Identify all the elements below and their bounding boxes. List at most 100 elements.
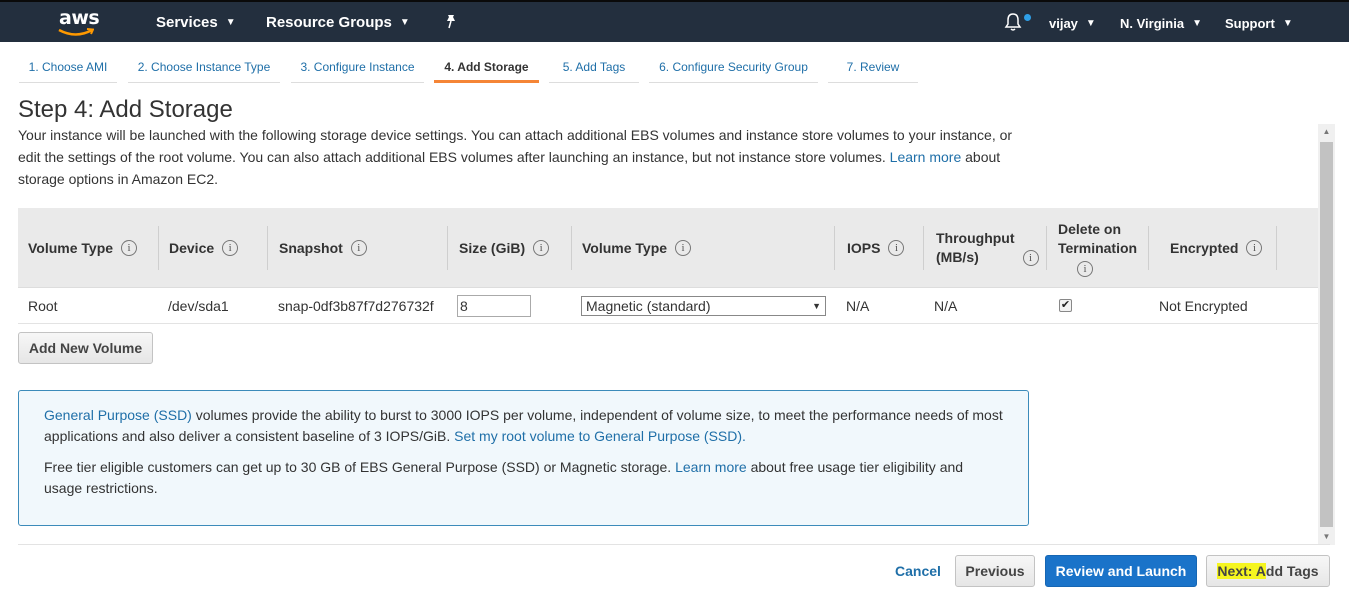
next-label: dd Tags xyxy=(1265,563,1319,579)
scroll-up-arrow-icon[interactable]: ▲ xyxy=(1318,124,1335,140)
info-icon[interactable]: i xyxy=(222,240,239,256)
general-purpose-ssd-link[interactable]: General Purpose (SSD) xyxy=(44,407,192,423)
cell-volume-type: Root xyxy=(28,297,58,314)
cell-delete-on-termination: ✔ xyxy=(1059,288,1072,323)
info-icon[interactable]: i xyxy=(675,240,692,256)
header-label: IOPS xyxy=(847,240,881,256)
pin-icon[interactable] xyxy=(444,14,458,33)
page-title: Step 4: Add Storage xyxy=(18,96,233,123)
info-icon[interactable]: i xyxy=(1246,240,1263,256)
table-row: Root /dev/sda1 snap-0df3b87f7d276732f Ma… xyxy=(18,288,1318,324)
header-ebs-volume-type: Volume Type i xyxy=(572,208,834,288)
tab-review[interactable]: 7. Review xyxy=(828,55,918,83)
region-name: N. Virginia xyxy=(1120,16,1185,31)
chevron-down-icon: ▼ xyxy=(1085,18,1096,29)
header-iops: IOPS i xyxy=(837,208,925,288)
scroll-down-arrow-icon[interactable]: ▼ xyxy=(1318,529,1335,545)
set-root-volume-ssd-link[interactable]: Set my root volume to General Purpose (S… xyxy=(454,428,746,444)
chevron-down-icon: ▼ xyxy=(399,17,410,28)
next-add-tags-button[interactable]: Next: Add Tags xyxy=(1206,555,1330,587)
dropdown-arrow-icon: ▼ xyxy=(812,300,821,311)
tab-choose-instance-type[interactable]: 2. Choose Instance Type xyxy=(128,55,280,83)
cell-device: /dev/sda1 xyxy=(168,297,229,314)
column-divider xyxy=(923,226,924,270)
description-text: Your instance will be launched with the … xyxy=(18,127,1013,165)
info-icon[interactable]: i xyxy=(888,240,905,256)
user-menu[interactable]: vijay ▼ xyxy=(1049,16,1096,31)
checkmark-icon: ✔ xyxy=(1060,299,1071,311)
cell-snapshot: snap-0df3b87f7d276732f xyxy=(278,297,434,314)
cancel-button[interactable]: Cancel xyxy=(895,563,941,579)
column-divider xyxy=(834,226,835,270)
header-snapshot: Snapshot i xyxy=(269,208,447,288)
chevron-down-icon: ▼ xyxy=(1282,18,1293,29)
column-divider xyxy=(447,226,448,270)
aws-logo[interactable]: aws xyxy=(56,6,102,38)
tab-add-tags[interactable]: 5. Add Tags xyxy=(549,55,639,83)
header-label: Volume Type xyxy=(28,240,114,256)
cell-encrypted: Not Encrypted xyxy=(1159,297,1248,314)
info-icon[interactable]: i xyxy=(121,240,138,256)
aws-logo-text: aws xyxy=(59,7,100,29)
header-size: Size (GiB) i xyxy=(449,208,571,288)
column-divider xyxy=(1276,226,1277,270)
resource-groups-menu[interactable]: Resource Groups ▼ xyxy=(266,14,410,31)
info-icon[interactable]: i xyxy=(350,240,367,256)
info-icon[interactable]: i xyxy=(1022,249,1039,266)
tab-configure-instance[interactable]: 3. Configure Instance xyxy=(291,55,424,83)
header-delete-on-termination: Delete on Termination i xyxy=(1048,208,1148,288)
storage-table-header: Volume Type i Device i Snapshot i Size (GiB… xyxy=(18,208,1318,288)
support-label: Support xyxy=(1225,16,1275,31)
cell-iops: N/A xyxy=(846,297,870,314)
header-label: Throughput xyxy=(936,230,1015,246)
info-paragraph-ssd: General Purpose (SSD) volumes provide th… xyxy=(44,405,1003,447)
header-label: Snapshot xyxy=(279,240,343,256)
header-label: Termination xyxy=(1058,239,1138,256)
header-throughput: Throughput (MB/s) i xyxy=(926,208,1046,288)
page-description: Your instance will be launched with the … xyxy=(18,124,1028,190)
next-label-highlighted: Next: A xyxy=(1217,563,1266,579)
cell-ebs-volume-type: Magnetic (standard) ▼ xyxy=(581,288,826,323)
header-encrypted: Encrypted i xyxy=(1160,208,1280,288)
footer-divider xyxy=(18,544,1330,545)
notification-dot xyxy=(1024,14,1031,21)
column-divider xyxy=(267,226,268,270)
learn-more-link[interactable]: Learn more xyxy=(890,149,962,165)
storage-info-box: General Purpose (SSD) volumes provide th… xyxy=(18,390,1029,526)
previous-button[interactable]: Previous xyxy=(955,555,1035,587)
add-new-volume-button[interactable]: Add New Volume xyxy=(18,332,153,364)
info-text: Free tier eligible customers can get up … xyxy=(44,459,672,475)
region-menu[interactable]: N. Virginia ▼ xyxy=(1120,16,1202,31)
tab-configure-security-group[interactable]: 6. Configure Security Group xyxy=(649,55,818,83)
scrollbar-thumb[interactable] xyxy=(1320,142,1333,527)
cell-throughput: N/A xyxy=(934,297,958,314)
header-label: Device xyxy=(169,240,215,256)
aws-smile-icon xyxy=(58,28,94,36)
tab-add-storage[interactable]: 4. Add Storage xyxy=(434,55,539,83)
header-volume-type: Volume Type i xyxy=(18,208,158,288)
size-input[interactable] xyxy=(457,294,531,317)
header-label: Encrypted xyxy=(1170,240,1239,256)
services-menu[interactable]: Services ▼ xyxy=(156,14,236,31)
cell-size xyxy=(457,288,531,323)
info-icon[interactable]: i xyxy=(1077,260,1093,277)
chevron-down-icon: ▼ xyxy=(1192,18,1202,29)
header-label-multiline: Delete on Termination i xyxy=(1058,220,1137,277)
info-icon[interactable]: i xyxy=(533,240,550,256)
tab-choose-ami[interactable]: 1. Choose AMI xyxy=(19,55,117,83)
free-tier-learn-more-link[interactable]: Learn more xyxy=(675,459,747,475)
support-menu[interactable]: Support ▼ xyxy=(1225,16,1293,31)
services-label: Services xyxy=(156,14,218,31)
top-nav-bar: aws Services ▼ Resource Groups ▼ vijay ▼… xyxy=(0,0,1349,42)
review-and-launch-button[interactable]: Review and Launch xyxy=(1045,555,1197,587)
header-device: Device i xyxy=(159,208,267,288)
info-paragraph-free-tier: Free tier eligible customers can get up … xyxy=(44,457,1003,499)
user-name: vijay xyxy=(1049,16,1078,31)
volume-type-selected: Magnetic (standard) xyxy=(586,297,711,314)
content-area: Your instance will be launched with the … xyxy=(0,124,1336,544)
notifications-bell-icon[interactable] xyxy=(1004,12,1022,35)
volume-type-select[interactable]: Magnetic (standard) ▼ xyxy=(581,295,826,316)
delete-on-termination-checkbox[interactable]: ✔ xyxy=(1059,299,1072,312)
header-label: Size (GiB) xyxy=(459,240,526,256)
vertical-scrollbar[interactable]: ▲ ▼ xyxy=(1318,124,1335,545)
